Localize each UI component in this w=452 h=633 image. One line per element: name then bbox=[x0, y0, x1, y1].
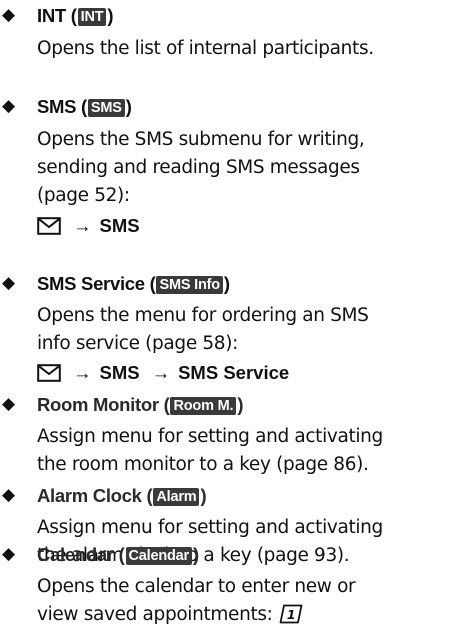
menu-path: → SMS bbox=[37, 214, 140, 241]
description-line: sending and reading SMS messages bbox=[37, 157, 360, 178]
entry-title-text: Calendar bbox=[37, 544, 114, 565]
entry-title-text: Alarm Clock bbox=[37, 485, 142, 506]
entry-title: Alarm Clock (Alarm) bbox=[37, 485, 207, 506]
display-key-badge: SMS Info bbox=[156, 276, 223, 294]
entry-title: Room Monitor (Room M.) bbox=[37, 394, 244, 415]
description-line: Opens the calendar to enter new or bbox=[37, 576, 356, 597]
entry-description: Opens the list of internal participants. bbox=[37, 35, 449, 63]
description-line: the room monitor to a key (page 86). bbox=[37, 454, 369, 475]
entry-title-text: INT bbox=[37, 5, 66, 26]
entry-title: Calendar (Calendar) bbox=[37, 544, 199, 565]
entry-title: SMS (SMS) bbox=[37, 96, 132, 117]
entry-description: Opens the SMS submenu for writing, sendi… bbox=[37, 126, 449, 210]
bullet-icon: ◆ bbox=[2, 96, 16, 116]
display-key-badge: Room M. bbox=[170, 397, 237, 415]
description-line: Assign menu for setting and activating bbox=[37, 517, 383, 538]
entry-description: Assign menu for setting and activating t… bbox=[37, 423, 449, 479]
description-line: Opens the list of internal participants. bbox=[37, 38, 374, 59]
path-step: SMS bbox=[99, 362, 140, 383]
entry-description: Opens the menu for ordering an SMS info … bbox=[37, 302, 449, 358]
description-line: info service (page 58): bbox=[37, 333, 238, 354]
envelope-icon bbox=[37, 217, 61, 241]
arrow-icon: → bbox=[73, 362, 92, 383]
bullet-icon: ◆ bbox=[2, 544, 16, 564]
description-line: Opens the SMS submenu for writing, bbox=[37, 129, 365, 150]
entry-title-text: Room Monitor bbox=[37, 394, 159, 415]
path-step: SMS bbox=[99, 215, 140, 236]
path-step: SMS Service bbox=[178, 362, 290, 383]
entry-description: Opens the calendar to enter new or view … bbox=[37, 573, 449, 633]
entry-title: INT (INT) bbox=[37, 5, 114, 26]
arrow-icon: → bbox=[151, 362, 171, 383]
calendar-key-digit: 1 bbox=[286, 607, 294, 622]
display-key-badge: Alarm bbox=[153, 488, 200, 506]
entry-title: SMS Service (SMS Info) bbox=[37, 273, 230, 294]
calendar-key-1-icon: 1 bbox=[279, 604, 303, 633]
display-key-badge: SMS bbox=[87, 99, 125, 117]
bullet-icon: ◆ bbox=[2, 5, 16, 25]
arrow-icon: → bbox=[73, 215, 92, 236]
bullet-icon: ◆ bbox=[2, 273, 16, 293]
description-line: Opens the menu for ordering an SMS bbox=[37, 305, 369, 326]
bullet-icon: ◆ bbox=[2, 394, 16, 414]
description-line: (page 52): bbox=[37, 185, 130, 206]
entry-title-text: SMS Service bbox=[37, 273, 145, 294]
entry-title-text: SMS bbox=[37, 96, 77, 117]
envelope-icon bbox=[37, 364, 61, 388]
description-line: Assign menu for setting and activating bbox=[37, 426, 383, 447]
display-key-badge: INT bbox=[77, 8, 107, 26]
display-key-badge: Calendar bbox=[125, 547, 192, 565]
menu-path: → SMS → SMS Service bbox=[37, 361, 289, 388]
bullet-icon: ◆ bbox=[2, 485, 16, 505]
description-line: view saved appointments: 1 bbox=[37, 601, 449, 633]
